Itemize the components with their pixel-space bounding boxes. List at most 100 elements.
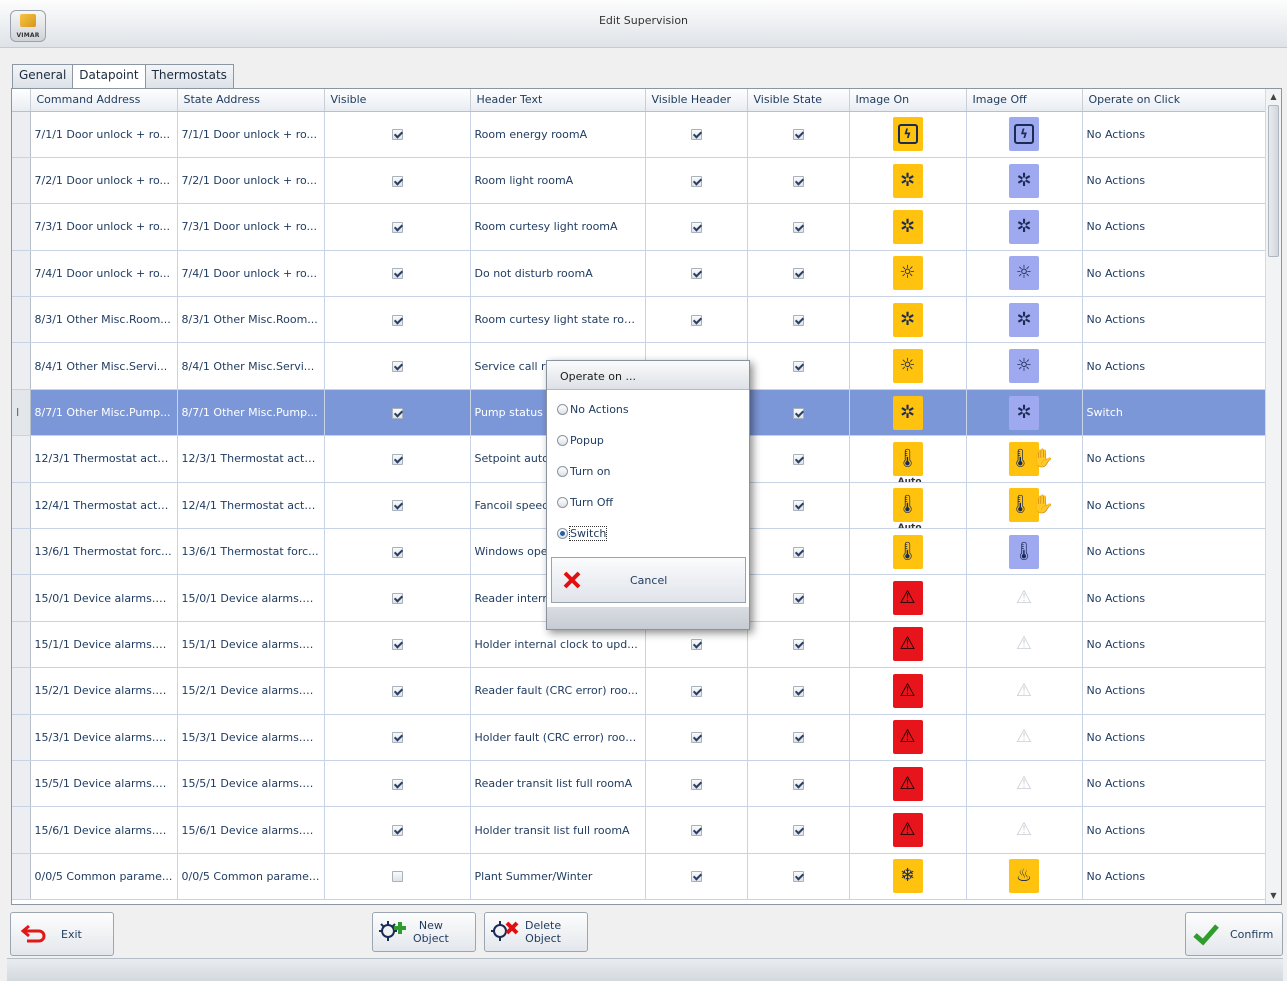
col-state-address[interactable]: State Address: [177, 89, 325, 112]
operate-on-click-cell[interactable]: No Actions: [1082, 714, 1268, 761]
state-address-cell[interactable]: 8/3/1 Other Misc.Room...: [177, 296, 325, 344]
state-address-cell[interactable]: 8/7/1 Other Misc.Pump...: [177, 389, 325, 437]
visible-state-checkbox[interactable]: [792, 778, 804, 790]
command-address-cell[interactable]: 15/6/1 Device alarms.H...: [30, 806, 178, 854]
state-address-cell[interactable]: 12/3/1 Thermostat actu...: [177, 435, 325, 483]
image-off-cell[interactable]: ⚠: [966, 760, 1083, 808]
visible-checkbox[interactable]: [391, 546, 403, 558]
visible-header-checkbox[interactable]: [690, 175, 702, 187]
visible-header-checkbox[interactable]: [690, 871, 702, 883]
command-address-cell[interactable]: 15/2/1 Device alarms.R...: [30, 667, 178, 715]
visible-state-checkbox[interactable]: [792, 453, 804, 465]
image-off-cell[interactable]: ⚠: [966, 714, 1083, 761]
col-visible-state[interactable]: Visible State: [747, 89, 850, 112]
option-turn-on[interactable]: Turn on: [557, 456, 749, 487]
command-address-cell[interactable]: 15/3/1 Device alarms.H...: [30, 714, 178, 761]
col-image-off[interactable]: Image Off: [966, 89, 1083, 112]
visible-checkbox[interactable]: [391, 175, 403, 187]
image-on-cell[interactable]: ✲: [849, 389, 967, 437]
visible-checkbox[interactable]: [391, 685, 403, 697]
image-off-cell[interactable]: ✲: [966, 203, 1083, 251]
command-address-cell[interactable]: 12/4/1 Thermostat actu...: [30, 482, 178, 530]
row-selector[interactable]: [12, 574, 31, 622]
image-on-cell[interactable]: ϟ: [849, 111, 967, 158]
state-address-cell[interactable]: 7/3/1 Door unlock + ro...: [177, 203, 325, 251]
command-address-cell[interactable]: 15/5/1 Device alarms.R...: [30, 760, 178, 808]
visible-state-checkbox[interactable]: [792, 685, 804, 697]
header-text-cell[interactable]: Holder transit list full roomA: [470, 806, 646, 854]
table-row[interactable]: 15/6/1 Device alarms.H... 15/6/1 Device a…: [12, 806, 1268, 854]
visible-state-checkbox[interactable]: [792, 221, 804, 233]
image-on-cell[interactable]: ✲: [849, 296, 967, 344]
cancel-button[interactable]: Cancel: [551, 557, 746, 603]
table-row[interactable]: 7/2/1 Door unlock + ro... 7/2/1 Door unlo…: [12, 157, 1268, 205]
table-row[interactable]: 7/4/1 Door unlock + ro... 7/4/1 Door unlo…: [12, 250, 1268, 298]
row-selector[interactable]: [12, 435, 31, 483]
visible-header-checkbox[interactable]: [690, 314, 702, 326]
header-text-cell[interactable]: Room energy roomA: [470, 111, 646, 158]
table-row[interactable]: 7/3/1 Door unlock + ro... 7/3/1 Door unlo…: [12, 203, 1268, 251]
image-off-cell[interactable]: 🌡✋: [966, 482, 1083, 530]
row-selector[interactable]: [12, 342, 31, 390]
state-address-cell[interactable]: 13/6/1 Thermostat forc...: [177, 528, 325, 576]
command-address-cell[interactable]: 7/3/1 Door unlock + ro...: [30, 203, 178, 251]
operate-on-click-cell[interactable]: No Actions: [1082, 435, 1268, 483]
scroll-up-icon[interactable]: ▲: [1266, 89, 1281, 105]
operate-on-click-cell[interactable]: No Actions: [1082, 574, 1268, 622]
image-off-cell[interactable]: 🌡: [966, 528, 1083, 576]
delete-object-button[interactable]: Delete Object: [484, 912, 588, 952]
image-on-cell[interactable]: 🌡 Auto: [849, 435, 967, 483]
option-popup[interactable]: Popup: [557, 425, 749, 456]
visible-state-checkbox[interactable]: [792, 546, 804, 558]
image-on-cell[interactable]: 🌡 Auto: [849, 482, 967, 530]
visible-state-checkbox[interactable]: [792, 129, 804, 141]
state-address-cell[interactable]: 7/2/1 Door unlock + ro...: [177, 157, 325, 205]
header-text-cell[interactable]: Holder fault (CRC error) roomA: [470, 714, 646, 761]
state-address-cell[interactable]: 8/4/1 Other Misc.Servi...: [177, 342, 325, 390]
scroll-down-icon[interactable]: ▼: [1266, 888, 1281, 904]
image-off-cell[interactable]: ☼: [966, 342, 1083, 390]
image-on-cell[interactable]: 🌡: [849, 528, 967, 576]
visible-checkbox[interactable]: [391, 129, 403, 141]
header-text-cell[interactable]: Plant Summer/Winter: [470, 853, 646, 901]
table-row[interactable]: 15/3/1 Device alarms.H... 15/3/1 Device a…: [12, 714, 1268, 761]
visible-checkbox[interactable]: [391, 268, 403, 280]
table-row[interactable]: 0/0/5 Common parame... 0/0/5 Common param…: [12, 853, 1268, 901]
image-off-cell[interactable]: ♨: [966, 853, 1083, 901]
visible-checkbox[interactable]: [391, 778, 403, 790]
visible-checkbox[interactable]: [391, 825, 403, 837]
image-off-cell[interactable]: 🌡✋: [966, 435, 1083, 483]
row-selector[interactable]: [12, 853, 31, 901]
image-off-cell[interactable]: ⚠: [966, 621, 1083, 669]
state-address-cell[interactable]: 15/5/1 Device alarms.R...: [177, 760, 325, 808]
visible-state-checkbox[interactable]: [792, 825, 804, 837]
row-selector[interactable]: [12, 760, 31, 808]
state-address-cell[interactable]: 12/4/1 Thermostat actu...: [177, 482, 325, 530]
visible-state-checkbox[interactable]: [792, 732, 804, 744]
state-address-cell[interactable]: 15/3/1 Device alarms.H...: [177, 714, 325, 761]
operate-on-click-cell[interactable]: No Actions: [1082, 203, 1268, 251]
state-address-cell[interactable]: 15/6/1 Device alarms.H...: [177, 806, 325, 854]
state-address-cell[interactable]: 15/0/1 Device alarms.R...: [177, 574, 325, 622]
operate-on-click-cell[interactable]: No Actions: [1082, 806, 1268, 854]
visible-state-checkbox[interactable]: [792, 871, 804, 883]
image-on-cell[interactable]: ☼: [849, 342, 967, 390]
image-off-cell[interactable]: ⚠: [966, 806, 1083, 854]
col-header-text[interactable]: Header Text: [470, 89, 646, 112]
table-row[interactable]: 15/2/1 Device alarms.R... 15/2/1 Device a…: [12, 667, 1268, 715]
operate-on-click-cell[interactable]: No Actions: [1082, 342, 1268, 390]
image-on-cell[interactable]: ❄: [849, 853, 967, 901]
command-address-cell[interactable]: 7/1/1 Door unlock + ro...: [30, 111, 178, 158]
visible-header-checkbox[interactable]: [690, 778, 702, 790]
operate-on-click-cell[interactable]: No Actions: [1082, 111, 1268, 158]
operate-on-click-cell[interactable]: No Actions: [1082, 760, 1268, 808]
visible-state-checkbox[interactable]: [792, 639, 804, 651]
visible-checkbox[interactable]: [391, 871, 403, 883]
row-selector[interactable]: [12, 203, 31, 251]
row-selector[interactable]: [12, 296, 31, 344]
scroll-thumb[interactable]: [1268, 105, 1279, 257]
command-address-cell[interactable]: 15/0/1 Device alarms.R...: [30, 574, 178, 622]
command-address-cell[interactable]: 7/2/1 Door unlock + ro...: [30, 157, 178, 205]
visible-state-checkbox[interactable]: [792, 268, 804, 280]
visible-header-checkbox[interactable]: [690, 732, 702, 744]
